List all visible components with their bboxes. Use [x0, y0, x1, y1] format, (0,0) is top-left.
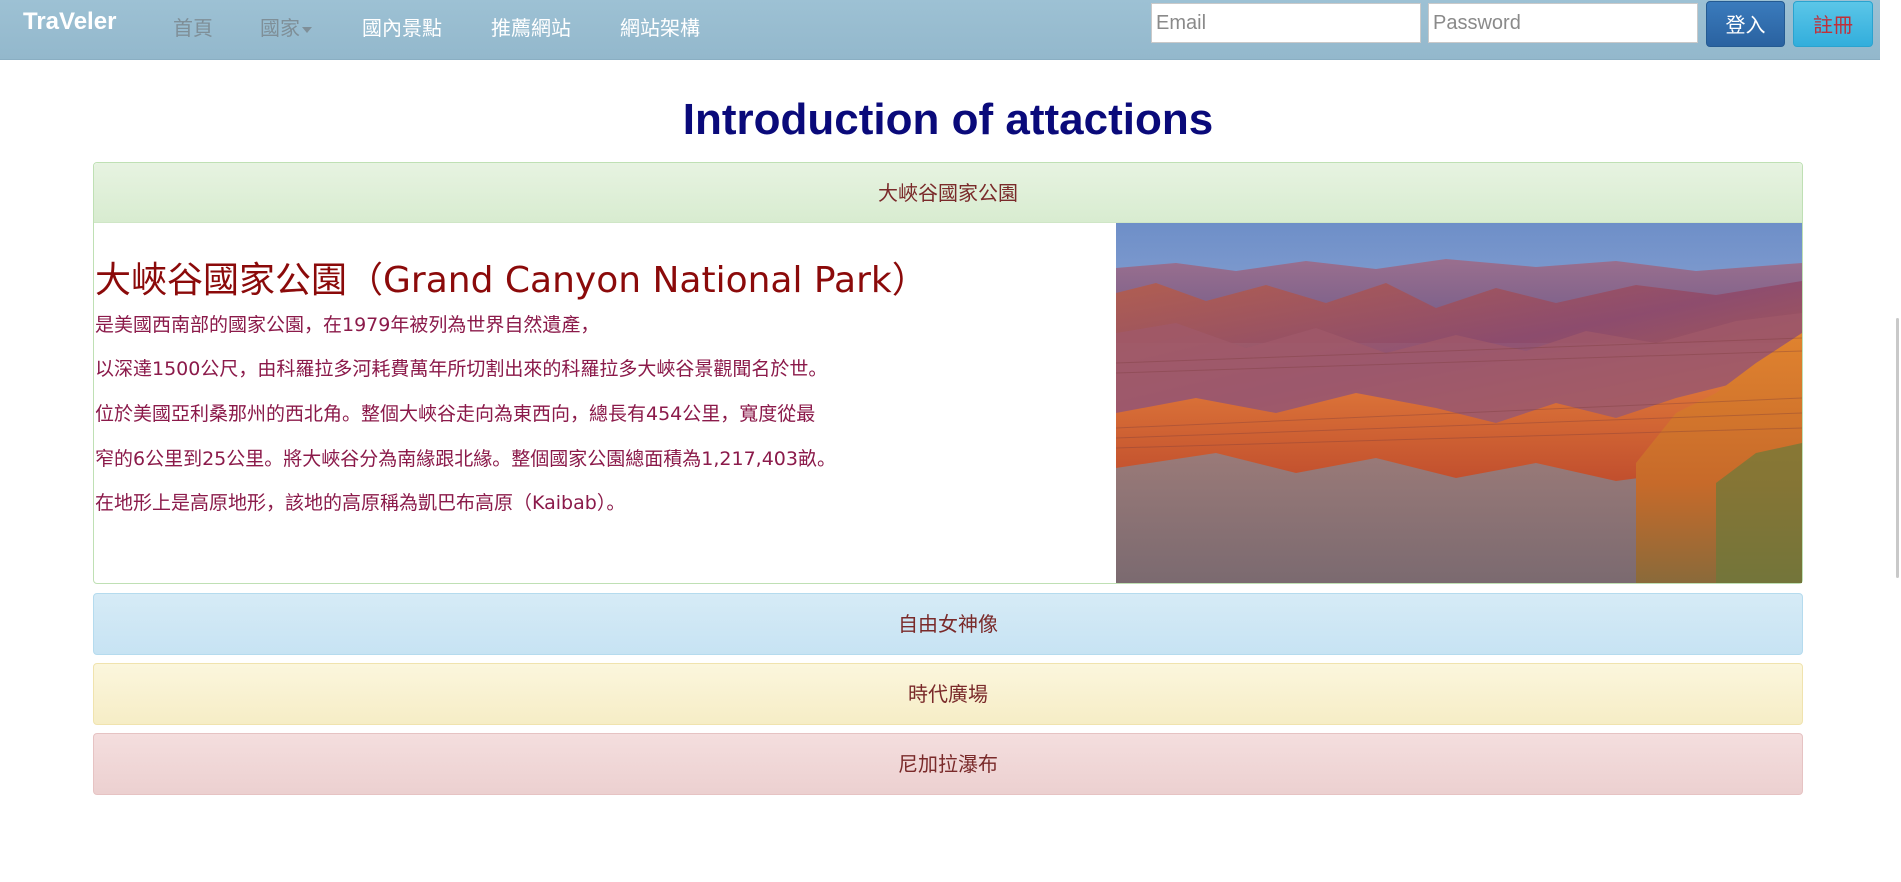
accordion-body-grand-canyon: 大峽谷國家公園（Grand Canyon National Park） 是美國西…	[94, 223, 1802, 583]
accordion-heading-grand-canyon[interactable]: 大峽谷國家公園	[94, 163, 1802, 223]
description-line: 在地形上是高原地形，該地的高原稱為凱巴布高原（Kaibab）。	[95, 492, 626, 514]
grand-canyon-image	[1116, 223, 1802, 583]
description-line: 位於美國亞利桑那州的西北角。整個大峽谷走向為東西向，總長有454公里，寬度從最	[95, 403, 816, 425]
park-title: 大峽谷國家公園（Grand Canyon National Park）	[95, 260, 928, 301]
accordion-panel-times-square: 時代廣場	[93, 663, 1803, 725]
page-title: Introduction of attactions	[682, 95, 1214, 144]
description-line: 是美國西南部的國家公園，在1979年被列為世界自然遺產，	[95, 314, 600, 336]
accordion-panel-statue-of-liberty: 自由女神像	[93, 593, 1803, 655]
description-line: 窄的6公里到25公里。將大峽谷分為南緣跟北緣。整個國家公園總面積為1,217,4…	[95, 448, 836, 470]
nav-recommended-sites[interactable]: 推薦網站	[491, 12, 571, 41]
nav-domestic-attractions[interactable]: 國內景點	[362, 12, 442, 41]
login-button[interactable]: 登入	[1706, 1, 1785, 47]
password-field[interactable]	[1428, 3, 1698, 43]
accordion-heading-times-square[interactable]: 時代廣場	[94, 664, 1802, 724]
brand-logo[interactable]: TraVeler	[23, 8, 116, 36]
accordion-heading-statue-of-liberty[interactable]: 自由女神像	[94, 594, 1802, 654]
accordion-panel-niagara-falls: 尼加拉瀑布	[93, 733, 1803, 795]
nav-site-map[interactable]: 網站架構	[620, 12, 700, 41]
nav-country-dropdown[interactable]: 國家	[260, 12, 312, 41]
nav-home[interactable]: 首頁	[173, 12, 213, 41]
scrollbar-thumb[interactable]	[1896, 318, 1899, 578]
accordion-panel-grand-canyon: 大峽谷國家公園 大峽谷國家公園（Grand Canyon National Pa…	[93, 162, 1803, 584]
register-button[interactable]: 註冊	[1793, 1, 1873, 47]
accordion-heading-niagara-falls[interactable]: 尼加拉瀑布	[94, 734, 1802, 794]
nav-country-label: 國家	[260, 16, 300, 40]
navbar: TraVeler 首頁 國家 國內景點 推薦網站 網站架構 登入 註冊	[0, 0, 1880, 60]
chevron-down-icon	[302, 26, 312, 33]
description-line: 以深達1500公尺，由科羅拉多河耗費萬年所切割出來的科羅拉多大峽谷景觀聞名於世。	[95, 358, 828, 380]
email-field[interactable]	[1151, 3, 1421, 43]
